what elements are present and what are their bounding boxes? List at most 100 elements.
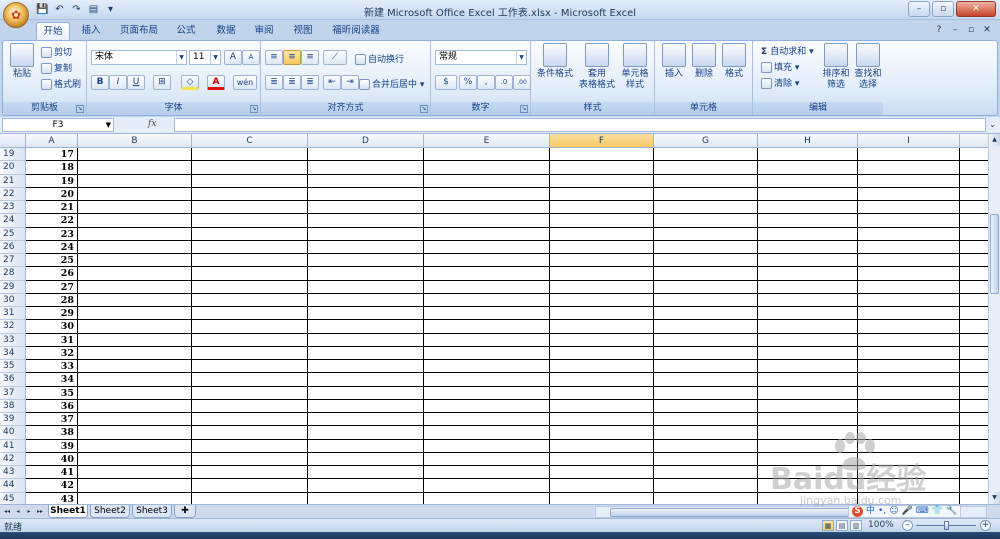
- row-header[interactable]: 37: [0, 386, 26, 400]
- cell[interactable]: [960, 373, 988, 386]
- cell[interactable]: [550, 227, 654, 241]
- page-break-view-icon[interactable]: ▥: [850, 520, 862, 531]
- row-header[interactable]: 27: [0, 254, 26, 268]
- cell[interactable]: [78, 214, 192, 228]
- cell[interactable]: [758, 293, 858, 307]
- zoom-slider-knob[interactable]: [944, 521, 949, 530]
- cell[interactable]: [654, 346, 758, 360]
- grow-font-button[interactable]: A: [224, 50, 242, 65]
- cell[interactable]: [550, 161, 654, 175]
- cell[interactable]: [858, 307, 960, 320]
- cell[interactable]: [858, 360, 960, 373]
- cell[interactable]: [654, 452, 758, 466]
- cell[interactable]: [550, 346, 654, 360]
- wrap-text-button[interactable]: 自动换行: [355, 52, 404, 65]
- cell[interactable]: [78, 439, 192, 453]
- name-box[interactable]: F3 ▼: [2, 118, 114, 132]
- cell[interactable]: [192, 148, 308, 161]
- cell[interactable]: [960, 453, 988, 466]
- cell[interactable]: [78, 161, 192, 175]
- cell[interactable]: [78, 240, 192, 254]
- cell[interactable]: [654, 373, 758, 387]
- cell[interactable]: [424, 293, 550, 307]
- column-header-g[interactable]: G: [654, 134, 758, 148]
- cell[interactable]: [858, 333, 960, 347]
- emoji-icon[interactable]: ☺: [889, 506, 898, 517]
- cell[interactable]: [424, 201, 550, 214]
- doc-restore-button[interactable]: ▫: [964, 23, 978, 37]
- cell[interactable]: [550, 426, 654, 440]
- keyboard-icon[interactable]: ⌨: [916, 506, 929, 517]
- cell[interactable]: [654, 267, 758, 281]
- cell[interactable]: [550, 413, 654, 426]
- column-header-e[interactable]: E: [424, 134, 550, 148]
- cell[interactable]: [550, 148, 654, 161]
- cell[interactable]: [424, 346, 550, 360]
- cell-a[interactable]: 33: [26, 360, 78, 373]
- formula-input[interactable]: [174, 118, 986, 132]
- cell[interactable]: [550, 240, 654, 254]
- cell[interactable]: [758, 161, 858, 175]
- cell[interactable]: [654, 227, 758, 241]
- column-header-d[interactable]: D: [308, 134, 424, 148]
- cell[interactable]: [858, 373, 960, 387]
- cell[interactable]: [308, 148, 424, 161]
- cell-a[interactable]: 40: [26, 452, 78, 466]
- paste-button[interactable]: 粘贴: [5, 43, 39, 80]
- cell[interactable]: [78, 307, 192, 320]
- cell[interactable]: [424, 148, 550, 161]
- cell[interactable]: [78, 333, 192, 347]
- cell[interactable]: [960, 267, 988, 280]
- cell[interactable]: [654, 333, 758, 347]
- cell[interactable]: [424, 492, 550, 504]
- cell[interactable]: [192, 174, 308, 188]
- cell[interactable]: [192, 479, 308, 493]
- cell[interactable]: [192, 373, 308, 387]
- cell[interactable]: [78, 426, 192, 440]
- cell[interactable]: [858, 227, 960, 241]
- number-format-combo[interactable]: 常规 ▼: [435, 50, 527, 65]
- cell[interactable]: [858, 174, 960, 188]
- format-cells-button[interactable]: 格式: [717, 43, 751, 80]
- cell[interactable]: [192, 201, 308, 214]
- cell[interactable]: [654, 187, 758, 201]
- cell[interactable]: [424, 426, 550, 440]
- tab-formulas[interactable]: 公式: [171, 22, 201, 40]
- cell[interactable]: [550, 214, 654, 228]
- insert-sheet-icon[interactable]: ✚: [174, 505, 196, 518]
- cell[interactable]: [78, 187, 192, 201]
- cell[interactable]: [192, 267, 308, 281]
- cell[interactable]: [960, 241, 988, 254]
- row-header[interactable]: 22: [0, 187, 26, 201]
- cell[interactable]: [424, 466, 550, 479]
- cell[interactable]: [550, 466, 654, 479]
- cell[interactable]: [192, 492, 308, 504]
- cell[interactable]: [654, 360, 758, 373]
- cell-a[interactable]: 26: [26, 267, 78, 281]
- row-header[interactable]: 23: [0, 201, 26, 215]
- cell[interactable]: [550, 492, 654, 504]
- decrease-indent-icon[interactable]: ⇤: [323, 75, 341, 90]
- cell[interactable]: [308, 346, 424, 360]
- cell-a[interactable]: 38: [26, 426, 78, 440]
- sheet-tab-sheet2[interactable]: Sheet2: [90, 505, 130, 518]
- cell[interactable]: [758, 187, 858, 201]
- cell-a[interactable]: 29: [26, 307, 78, 320]
- cell-a[interactable]: 17: [26, 148, 78, 161]
- cell[interactable]: [858, 187, 960, 201]
- row-header[interactable]: 34: [0, 346, 26, 360]
- cell[interactable]: [550, 293, 654, 307]
- cell[interactable]: [960, 254, 988, 267]
- zoom-in-button[interactable]: +: [980, 520, 991, 531]
- shrink-font-button[interactable]: A: [242, 50, 260, 65]
- format-painter-button[interactable]: 格式刷: [41, 77, 81, 90]
- fill-button[interactable]: 填充 ▾: [761, 60, 799, 73]
- cell[interactable]: [654, 214, 758, 228]
- cell[interactable]: [192, 280, 308, 294]
- next-sheet-icon[interactable]: ▸: [24, 506, 34, 517]
- cell-a[interactable]: 22: [26, 214, 78, 228]
- cell[interactable]: [424, 214, 550, 228]
- cell[interactable]: [308, 492, 424, 504]
- sheet-tab-sheet3[interactable]: Sheet3: [132, 505, 172, 518]
- cell[interactable]: [308, 227, 424, 241]
